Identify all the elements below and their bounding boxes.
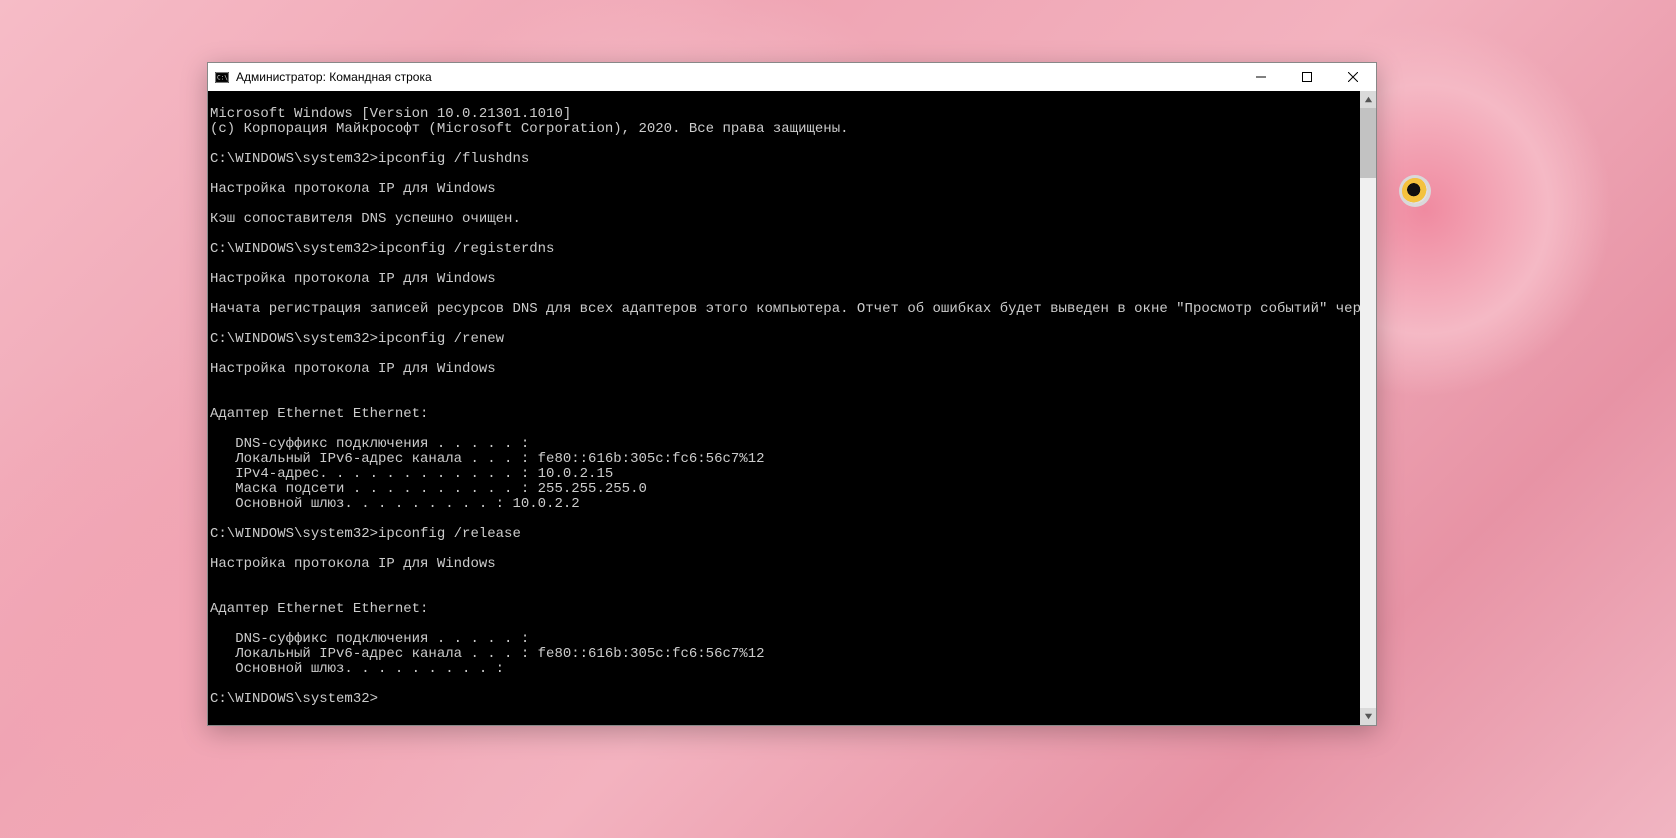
titlebar[interactable]: C:\ Администратор: Командная строка [208,63,1376,91]
desktop-background: C:\ Администратор: Командная строка Micr… [0,0,1676,838]
terminal-output[interactable]: Microsoft Windows [Version 10.0.21301.10… [208,105,1360,711]
maximize-button[interactable] [1284,63,1330,91]
minimize-button[interactable] [1238,63,1284,91]
window-title: Администратор: Командная строка [236,70,432,84]
scroll-up-button[interactable] [1360,91,1376,108]
scroll-thumb[interactable] [1360,108,1376,178]
close-button[interactable] [1330,63,1376,91]
scroll-track[interactable] [1360,108,1376,708]
svg-text:C:\: C:\ [217,74,228,81]
cmd-icon: C:\ [214,69,230,85]
wallpaper-accent [1402,178,1428,204]
vertical-scrollbar[interactable] [1360,91,1376,725]
scroll-down-button[interactable] [1360,708,1376,725]
cmd-window: C:\ Администратор: Командная строка Micr… [207,62,1377,726]
client-area: Microsoft Windows [Version 10.0.21301.10… [208,91,1376,725]
